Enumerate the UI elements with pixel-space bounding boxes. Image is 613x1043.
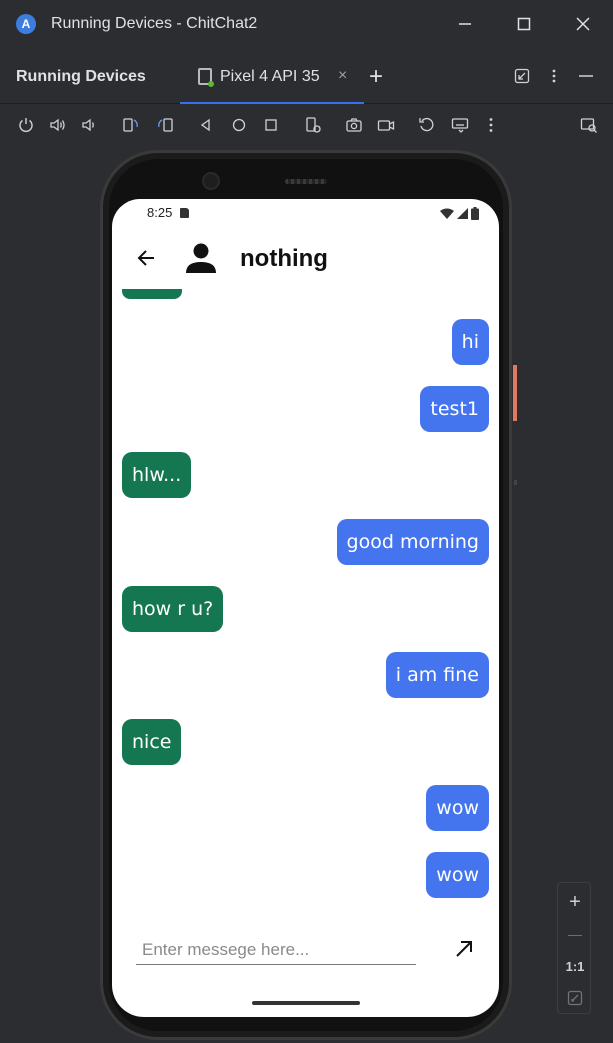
partial-message-bubble — [122, 289, 182, 299]
message-bubble-received: how r u? — [122, 586, 224, 632]
rotate-left-icon[interactable] — [121, 115, 141, 135]
window-title: Running Devices - ChitChat2 — [51, 15, 258, 32]
device-screen[interactable]: 8:25 nothing hi test1 hlw... good mornin… — [112, 199, 499, 1017]
wifi-icon — [440, 208, 454, 219]
speaker-grille — [285, 179, 327, 184]
zoom-controls: + — 1:1 — [557, 882, 591, 1014]
hide-panel-icon[interactable] — [576, 66, 596, 86]
device-explorer-icon[interactable] — [579, 115, 599, 135]
message-bubble-sent: wow — [426, 852, 489, 898]
back-arrow-icon[interactable] — [134, 245, 160, 271]
sd-card-icon — [180, 208, 189, 218]
tab-close-icon[interactable]: × — [338, 67, 347, 85]
screen-record-icon[interactable] — [376, 115, 396, 135]
tab-pixel-4-api-35[interactable]: Pixel 4 API 35 × — [180, 50, 364, 104]
keyboard-icon[interactable] — [450, 115, 470, 135]
volume-down-icon[interactable] — [79, 115, 99, 135]
message-bubble-sent: good morning — [336, 519, 489, 565]
message-list[interactable]: hi test1 hlw... good morning how r u? i … — [112, 289, 499, 909]
message-bubble-sent: i am fine — [385, 652, 489, 698]
power-icon[interactable] — [16, 115, 36, 135]
gesture-nav-handle[interactable] — [252, 1001, 360, 1005]
zoom-out-icon[interactable]: — — [558, 919, 592, 949]
android-studio-logo-icon: A — [16, 14, 36, 34]
message-bubble-sent: wow — [426, 785, 489, 831]
camera-icon — [202, 172, 220, 190]
signal-icon — [457, 208, 468, 219]
device-volume-button[interactable] — [514, 480, 517, 485]
tab-label: Pixel 4 API 35 — [220, 68, 320, 85]
tab-bar: Running Devices Pixel 4 API 35 × + — [0, 50, 613, 104]
message-bubble-received: hlw... — [122, 452, 192, 498]
back-icon[interactable] — [196, 115, 216, 135]
person-avatar-icon — [186, 243, 216, 273]
restore-layout-icon[interactable] — [512, 66, 532, 86]
device-power-button[interactable] — [513, 365, 517, 421]
add-device-icon[interactable]: + — [369, 63, 383, 91]
more-options-icon[interactable] — [544, 66, 564, 86]
battery-icon — [471, 207, 479, 220]
status-time: 8:25 — [147, 205, 173, 220]
overview-icon[interactable] — [261, 115, 281, 135]
panel-title: Running Devices — [16, 68, 146, 85]
device-running-icon — [198, 68, 214, 87]
volume-up-icon[interactable] — [48, 115, 68, 135]
actual-size-button[interactable]: 1:1 — [558, 951, 592, 981]
home-icon[interactable] — [229, 115, 249, 135]
close-icon[interactable] — [571, 12, 595, 36]
more-icon[interactable] — [481, 115, 501, 135]
fit-screen-icon[interactable] — [558, 983, 592, 1013]
device-settings-icon[interactable] — [303, 115, 323, 135]
zoom-in-icon[interactable]: + — [558, 887, 592, 917]
screenshot-icon[interactable] — [344, 115, 364, 135]
message-input[interactable] — [136, 935, 416, 965]
reset-icon[interactable] — [417, 115, 437, 135]
message-bubble-received: nice — [122, 719, 182, 765]
status-bar: 8:25 — [112, 199, 499, 227]
message-bubble-sent: test1 — [420, 386, 489, 432]
window-title-bar: A Running Devices - ChitChat2 — [0, 0, 613, 50]
device-toolbar — [0, 104, 613, 146]
send-icon[interactable] — [452, 937, 476, 961]
contact-name: nothing — [240, 245, 328, 272]
message-input-area — [112, 927, 499, 987]
rotate-right-icon[interactable] — [155, 115, 175, 135]
minimize-icon[interactable] — [453, 12, 477, 36]
message-bubble-sent: hi — [451, 319, 489, 365]
maximize-icon[interactable] — [512, 12, 536, 36]
chat-app-bar: nothing — [112, 227, 499, 289]
